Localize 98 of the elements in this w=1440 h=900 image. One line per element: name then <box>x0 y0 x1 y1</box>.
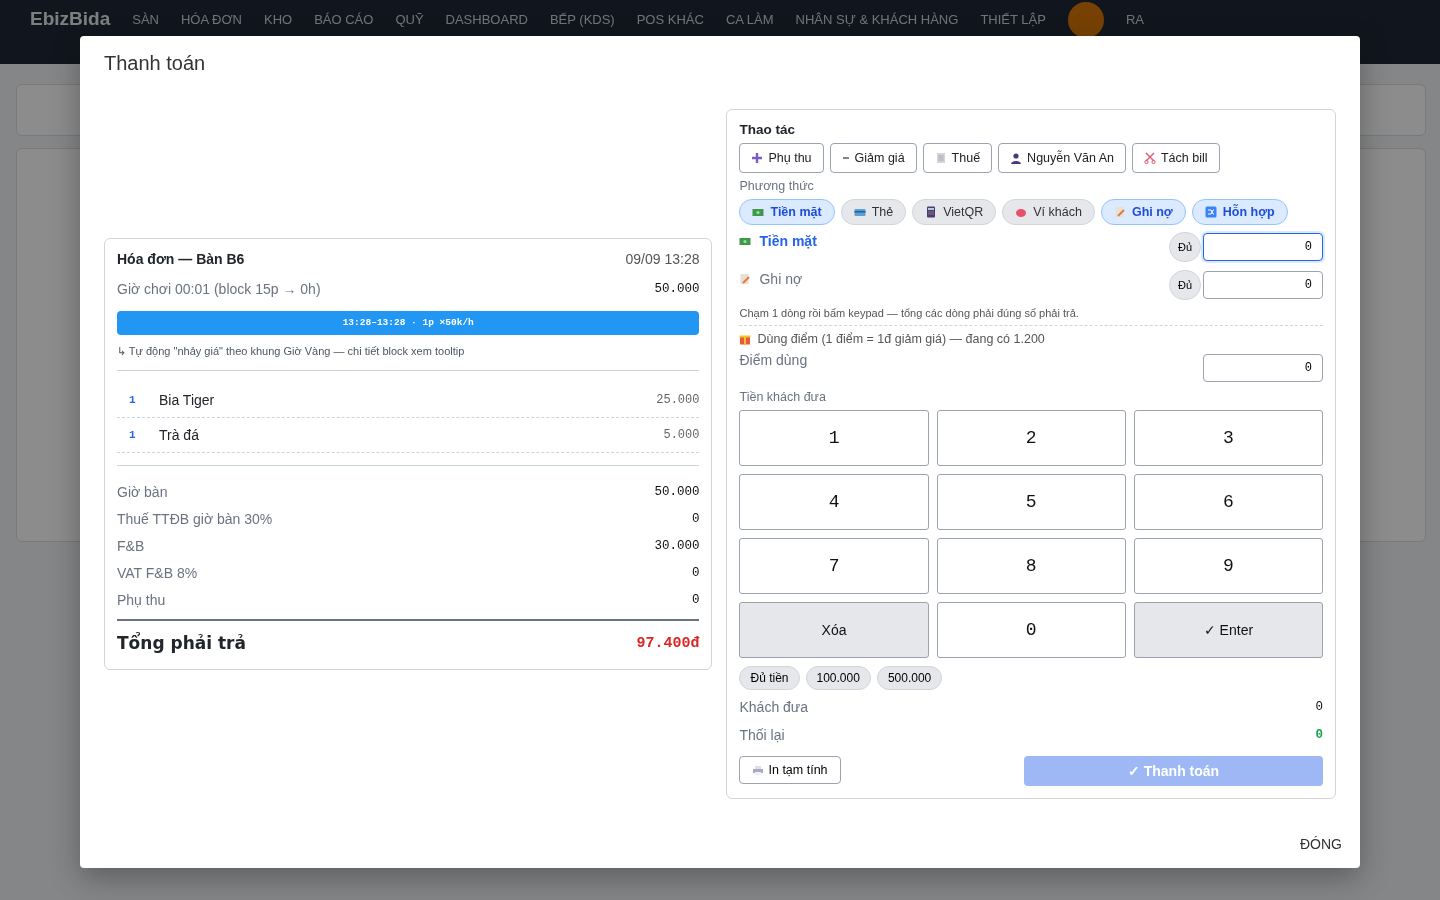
item-name: Trà đá <box>159 427 200 443</box>
summary-label: Giờ bàn <box>117 483 168 500</box>
scissors-icon <box>1144 152 1156 164</box>
quick-amount-chip[interactable]: 500.000 <box>876 666 943 690</box>
summary-value: 0 <box>691 565 700 580</box>
item-quantity: 1 <box>128 429 137 441</box>
invoice-time: 09/09 13:28 <box>625 251 700 267</box>
quick-amount-chip[interactable]: 100.000 <box>805 666 871 690</box>
keypad-key[interactable]: 5 <box>936 474 1126 530</box>
nav-item[interactable]: THIẾT LẬP <box>980 8 1046 27</box>
summary-label: Thuế TTĐB giờ bàn 30% <box>117 510 273 527</box>
nav-item[interactable]: DASHBOARD <box>445 8 528 27</box>
action-button[interactable]: Thuế <box>922 143 993 173</box>
points-field-label: Điểm dùng <box>739 352 808 368</box>
fill-full-button[interactable]: Đủ <box>1169 232 1201 262</box>
keypad-label: Tiền khách đưa <box>739 390 827 404</box>
calculator-icon <box>925 206 938 218</box>
summary-label: F&B <box>117 537 145 554</box>
paid-label: Khách đưa <box>739 699 808 715</box>
print-button[interactable]: In tạm tính <box>739 756 841 784</box>
purse-icon <box>1015 206 1028 218</box>
split-line-label[interactable]: Ghi nợ <box>739 269 803 287</box>
summary-value: 0 <box>691 511 700 526</box>
printer-icon <box>752 764 765 776</box>
payment-method-chip[interactable]: Ví khách <box>1002 199 1095 225</box>
fill-full-button[interactable]: Đủ <box>1169 270 1201 300</box>
action-button[interactable]: Nguyễn Văn An <box>998 143 1126 173</box>
card-icon <box>853 206 866 218</box>
pricing-note: ↳ Tự động "nhảy giá" theo khung Giờ Vàng — chi tiết block xem tooltip <box>117 345 466 358</box>
nav-item[interactable]: NHÂN SỰ & KHÁCH HÀNG <box>795 8 959 27</box>
gift-icon <box>739 333 752 345</box>
item-price: 5.000 <box>663 428 700 442</box>
receipt-icon <box>934 152 947 164</box>
keypad-key[interactable]: 2 <box>936 410 1126 466</box>
close-button[interactable]: ĐÓNG <box>1300 830 1342 858</box>
amount-input[interactable]: 0 <box>1203 271 1323 299</box>
item-quantity: 1 <box>128 394 137 406</box>
action-button[interactable]: Giảm giá <box>829 143 917 173</box>
item-price: 25.000 <box>656 393 700 407</box>
summary-label: VAT F&B 8% <box>117 564 198 581</box>
quick-amount-chip[interactable]: Đủ tiền <box>739 666 800 690</box>
person-icon <box>1010 152 1023 164</box>
keypad-key[interactable]: 7 <box>739 538 929 594</box>
paid-value: 0 <box>1315 700 1323 714</box>
keypad-key[interactable]: 6 <box>1133 474 1323 530</box>
summary-value: 30.000 <box>654 538 700 553</box>
payment-method-chip[interactable]: Ghi nợ <box>1100 199 1186 225</box>
summary-label: Phụ thu <box>117 591 166 608</box>
shuffle-icon <box>1204 206 1217 218</box>
points-info: Dùng điểm (1 điểm = 1đ giảm giá) — đang có 1.200 <box>739 332 1323 346</box>
amount-input[interactable]: 0 <box>1203 233 1323 261</box>
payment-method-chip[interactable]: Thẻ <box>840 199 907 225</box>
nav-item[interactable]: QUỸ <box>395 8 424 27</box>
methods-label: Phương thức <box>739 179 815 193</box>
total-value: 97.400đ <box>636 634 700 652</box>
logout-link[interactable]: RA <box>1125 8 1144 27</box>
split-line-label[interactable]: Tiền mặt <box>739 231 817 249</box>
nav-item[interactable]: POS KHÁC <box>636 8 704 27</box>
keypad-key[interactable]: 0 <box>936 602 1126 658</box>
nav-item[interactable]: HÓA ĐƠN <box>180 8 242 27</box>
invoice-title: Hóa đơn — Bàn B6 <box>117 251 245 267</box>
summary-value: 50.000 <box>654 484 700 499</box>
nav-item[interactable]: BÁO CÁO <box>314 8 374 27</box>
total-label: Tổng phải trả <box>117 633 246 653</box>
nav-item[interactable]: CA LÀM <box>725 8 774 27</box>
brand-logo[interactable]: EbizBida <box>30 8 111 30</box>
summary-value: 0 <box>691 592 700 607</box>
action-button[interactable]: Tách bill <box>1132 143 1220 173</box>
banknote-icon <box>752 206 765 218</box>
nav-item[interactable]: BẾP (KDS) <box>549 8 615 27</box>
keypad-key[interactable]: 9 <box>1133 538 1323 594</box>
keypad-key[interactable]: Xóa <box>739 602 929 658</box>
change-label: Thối lại <box>739 727 785 743</box>
section-title: Thao tác <box>739 122 796 137</box>
keypad-key[interactable]: 8 <box>936 538 1126 594</box>
play-time-amount: 50.000 <box>654 282 700 296</box>
split-hint: Chạm 1 dòng rồi bấm keypad — tổng các dòng phải đúng số phải trả. <box>739 307 1080 319</box>
banknote-icon <box>739 235 752 247</box>
keypad-key[interactable]: 1 <box>739 410 929 466</box>
memo-icon <box>739 273 752 285</box>
keypad-key[interactable]: 4 <box>739 474 929 530</box>
nav-item[interactable]: SÀN <box>132 8 159 27</box>
memo-icon <box>1113 206 1126 218</box>
play-time-label: Giờ chơi 00:01 (block 15p → 0h) <box>117 281 321 297</box>
item-name: Bia Tiger <box>159 392 216 408</box>
action-button[interactable]: Phụ thu <box>739 143 824 173</box>
keypad-key[interactable]: 3 <box>1133 410 1323 466</box>
dialog-title: Thanh toán <box>103 51 207 76</box>
payment-method-chip[interactable]: Tiền mặt <box>739 199 835 225</box>
avatar[interactable] <box>1067 2 1104 38</box>
points-input[interactable]: 0 <box>1203 354 1323 382</box>
change-value: 0 <box>1315 728 1323 742</box>
nav-item[interactable]: KHO <box>263 8 293 27</box>
plus-icon <box>751 152 764 164</box>
keypad-key[interactable]: ✓ Enter <box>1133 602 1323 658</box>
payment-method-chip[interactable]: VietQR <box>912 199 997 225</box>
time-block-bar: 13:28–13:28 · 1p ×50k/h <box>117 311 700 335</box>
payment-method-chip[interactable]: Hỗn hợp <box>1191 199 1288 225</box>
